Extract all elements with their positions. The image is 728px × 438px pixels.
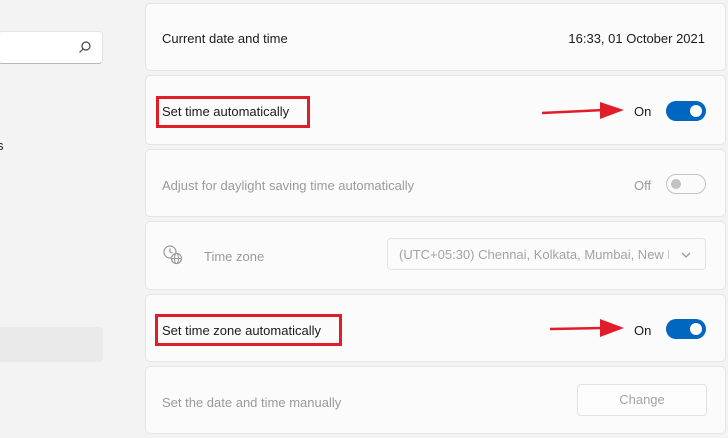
arrow-icon [541, 102, 624, 119]
time-zone-dropdown[interactable]: (UTC+05:30) Chennai, Kolkata, Mumbai, Ne… [387, 238, 706, 270]
sidebar-item-label: s [0, 138, 4, 153]
manual-date-time-label: Set the date and time manually [162, 395, 342, 410]
daylight-saving-toggle[interactable] [666, 174, 706, 194]
search-input[interactable] [0, 31, 103, 64]
daylight-saving-label: Adjust for daylight saving time automati… [162, 178, 415, 193]
set-time-automatically-state: On [634, 104, 652, 119]
time-zone-selected: (UTC+05:30) Chennai, Kolkata, Mumbai, Ne… [399, 247, 669, 262]
change-button[interactable]: Change [577, 384, 707, 416]
current-date-time-card: Current date and time 16:33, 01 October … [145, 3, 726, 71]
highlight-box [156, 96, 310, 128]
manual-date-time-card: Set the date and time manually Change [145, 366, 726, 434]
current-date-time-value: 16:33, 01 October 2021 [568, 31, 705, 46]
arrow-icon [549, 319, 624, 337]
time-zone-label: Time zone [204, 249, 265, 264]
daylight-saving-card: Adjust for daylight saving time automati… [145, 149, 726, 217]
globe-clock-icon [163, 245, 183, 265]
set-time-zone-automatically-state: On [634, 323, 652, 338]
set-time-zone-automatically-toggle[interactable] [666, 319, 706, 339]
sidebar-item-selected[interactable] [0, 327, 103, 362]
current-date-time-label: Current date and time [162, 31, 288, 46]
daylight-saving-state: Off [634, 178, 652, 193]
set-time-automatically-toggle[interactable] [666, 101, 706, 121]
chevron-down-icon [681, 252, 691, 258]
time-zone-card: Time zone (UTC+05:30) Chennai, Kolkata, … [145, 221, 726, 290]
highlight-box [155, 314, 342, 346]
search-icon [79, 41, 91, 53]
